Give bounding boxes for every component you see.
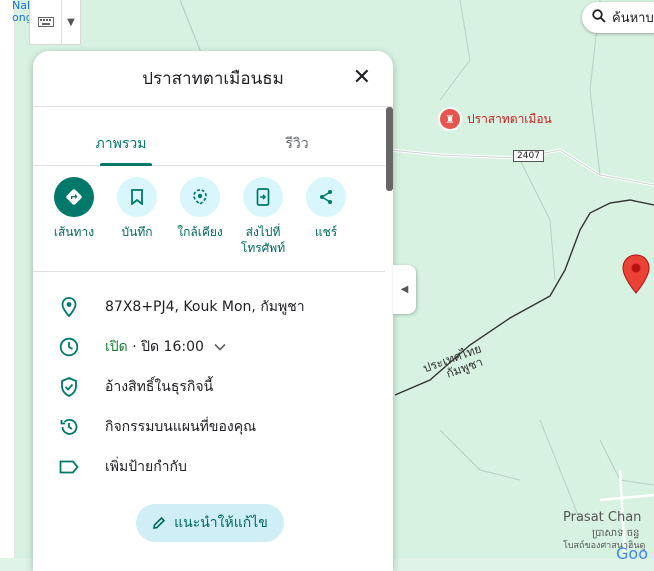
tab-reviews[interactable]: รีวิว [209, 123, 385, 165]
info-rows: 87X8+PJ4, Kouk Mon, กัมพูชา เปิด · ปิด 1… [33, 287, 385, 487]
chevron-left-icon: ◀ [400, 284, 409, 295]
place-details-panel: ปราสาทตาเมือนธม ✕ ภาพรวม รีวิว เส้นทาง บ… [33, 51, 393, 571]
share-button[interactable]: แชร์ [305, 177, 347, 256]
page-title: ปราสาทตาเมือนธม [142, 69, 284, 89]
map-activity-row[interactable]: กิจกรรมบนแผนที่ของคุณ [33, 407, 385, 447]
panel-header: ปราสาทตาเมือนธม ✕ [33, 51, 393, 107]
search-label: ค้นหาบ [612, 11, 654, 26]
hours-text: เปิด · ปิด 16:00 [105, 336, 204, 358]
tab-overview[interactable]: ภาพรวม [33, 123, 209, 166]
map-activity-text: กิจกรรมบนแผนที่ของคุณ [105, 419, 257, 435]
action-buttons: เส้นทาง บันทึก ใกล้เคียง ส่งไปที่ โทรศัพ… [53, 177, 347, 256]
claim-business-text: อ้างสิทธิ์ในธุรกิจนี้ [105, 379, 214, 395]
place-label[interactable]: Prasat Chan [563, 510, 641, 525]
tab-bar: ภาพรวม รีวิว [33, 123, 385, 166]
search-pill[interactable]: ค้นหาบ [582, 2, 654, 33]
directions-label: เส้นทาง [53, 225, 95, 239]
poi-marker[interactable]: ♜ ปราสาทตาเมือน [438, 107, 552, 131]
road-shield: 2407 [513, 150, 544, 162]
close-icon[interactable]: ✕ [353, 65, 371, 90]
poi-name: ปราสาทตาเมือน [467, 111, 552, 126]
clock-icon [33, 337, 105, 357]
pencil-icon [153, 516, 166, 529]
nearby-icon [180, 177, 220, 217]
tab-reviews-label: รีวิว [285, 136, 309, 152]
address-text: 87X8+PJ4, Kouk Mon, กัมพูชา [105, 299, 305, 315]
add-label-row[interactable]: เพิ่มป้ายกำกับ [33, 447, 385, 487]
share-icon [306, 177, 346, 217]
suggest-edit-button[interactable]: แนะนำให้แก้ไข [136, 504, 284, 542]
save-label: บันทึก [121, 225, 153, 239]
collapse-panel-button[interactable]: ◀ [393, 265, 416, 314]
directions-button[interactable]: เส้นทาง [53, 177, 95, 256]
add-label-text: เพิ่มป้ายกำกับ [105, 459, 187, 475]
left-strip [0, 0, 15, 558]
location-pin-icon [33, 297, 105, 317]
tab-overview-label: ภาพรวม [95, 136, 147, 152]
divider [33, 271, 385, 272]
share-label: แชร์ [314, 225, 338, 239]
search-icon [592, 8, 606, 27]
bookmark-icon [117, 177, 157, 217]
history-icon [33, 417, 105, 437]
send-to-phone-button[interactable]: ส่งไปที่ โทรศัพท์ [241, 177, 285, 256]
hours-row[interactable]: เปิด · ปิด 16:00 [33, 327, 385, 367]
nearby-button[interactable]: ใกล้เคียง [177, 177, 223, 256]
label-icon [33, 460, 105, 474]
chevron-down-icon[interactable]: ▼ [62, 0, 80, 44]
nearby-label: ใกล้เคียง [177, 225, 223, 239]
send-to-phone-icon [243, 177, 283, 217]
chevron-down-icon[interactable] [214, 340, 226, 354]
landmark-icon: ♜ [438, 107, 462, 131]
directions-icon [54, 177, 94, 217]
scrollbar[interactable] [386, 107, 393, 191]
address-row[interactable]: 87X8+PJ4, Kouk Mon, กัมพูชา [33, 287, 385, 327]
keyboard-icon[interactable] [30, 0, 62, 44]
verified-shield-icon [33, 377, 105, 397]
selected-location-pin-icon[interactable] [622, 254, 650, 298]
close-time: · ปิด 16:00 [127, 339, 204, 355]
save-button[interactable]: บันทึก [116, 177, 158, 256]
google-logo: Goo [616, 544, 648, 563]
suggest-edit-label: แนะนำให้แก้ไข [174, 515, 268, 531]
input-tools-control[interactable]: ▼ [29, 0, 81, 45]
send-to-phone-label: ส่งไปที่ โทรศัพท์ [240, 225, 286, 255]
claim-business-row[interactable]: อ้างสิทธิ์ในธุรกิจนี้ [33, 367, 385, 407]
open-status: เปิด [105, 339, 128, 355]
